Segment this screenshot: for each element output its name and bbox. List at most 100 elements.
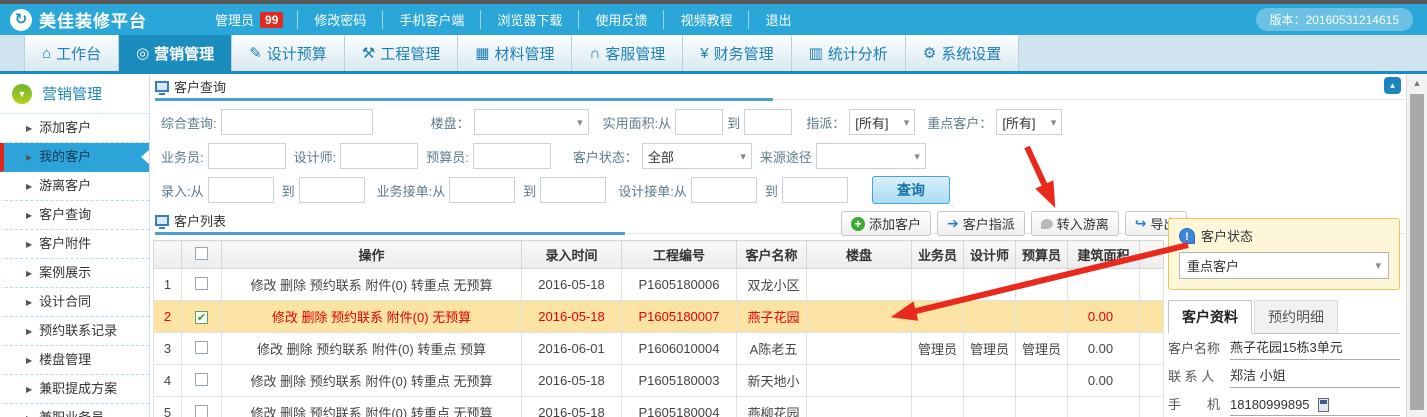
salesman-input[interactable] [208, 143, 286, 169]
arrow-right-icon: ➔ [947, 215, 959, 232]
sidebar-item-my-customers[interactable]: 我的客户 [0, 143, 149, 172]
assign-select[interactable]: [所有] [849, 109, 915, 135]
cell-customer-name: 燕柳花园 [737, 397, 807, 417]
tab-marketing[interactable]: ◎营销管理 [119, 35, 232, 71]
sidebar-item-drift-customers[interactable]: 游离客户 [0, 172, 149, 201]
change-password-link[interactable]: 修改密码 [297, 10, 382, 29]
row-actions[interactable]: 修改 删除 预约联系 附件(0) 转重点 无预算 [251, 406, 493, 417]
sales-order-from-input[interactable] [449, 177, 515, 203]
row-actions[interactable]: 修改 删除 预约联系 附件(0) 转重点 无预算 [251, 374, 493, 389]
main-nav: ⌂工作台 ◎营销管理 ✎设计预算 ⚒工程管理 ▦材料管理 ∩客服管理 ¥财务管理… [0, 35, 1427, 74]
tab-statistics[interactable]: ▥统计分析 [792, 35, 906, 71]
header-designer: 设计师 [964, 241, 1016, 269]
collapse-panel-button[interactable]: ▴ [1384, 77, 1401, 94]
row-number: 5 [154, 397, 182, 417]
tab-materials[interactable]: ▦材料管理 [458, 35, 572, 71]
combined-query-input[interactable] [221, 109, 373, 135]
key-customer-select[interactable]: [所有] [996, 109, 1062, 135]
search-row-3: 录入:从 到 业务接单:从 到 设计接单:从 到 查询 [157, 175, 950, 205]
scrollbar-thumb[interactable] [1410, 94, 1424, 410]
query-button[interactable]: 查询 [872, 176, 950, 204]
cell-building-area: 0.00 [1068, 301, 1140, 333]
usable-area-from-input[interactable] [675, 109, 723, 135]
row-checkbox[interactable] [195, 373, 208, 386]
collapse-circle-icon[interactable]: ▼ [12, 84, 32, 104]
cell-customer-name: A陈老五 [737, 333, 807, 365]
row-actions[interactable]: 修改 删除 预约联系 附件(0) 转重点 无预算 [251, 278, 493, 293]
sidebar-item-add-customer[interactable]: 添加客户 [0, 114, 149, 143]
customer-status-select[interactable]: 重点客户 [1179, 252, 1389, 279]
usable-area-to-input[interactable] [744, 109, 792, 135]
field-contact-person: 联 系 人 郑洁 小姐 [1168, 360, 1400, 388]
key-customer-label: 重点客户： [927, 113, 992, 132]
tab-workbench[interactable]: ⌂工作台 [24, 35, 119, 71]
source-channel-label: 来源途径 [760, 147, 812, 166]
estimator-label: 预算员: [426, 147, 469, 166]
sidebar-item-customer-attachments[interactable]: 客户附件 [0, 230, 149, 259]
source-channel-select[interactable] [816, 143, 926, 169]
sidebar-header[interactable]: ▼ 营销管理 [0, 74, 149, 114]
sales-order-to-input[interactable] [540, 177, 606, 203]
assign-customer-button[interactable]: ➔客户指派 [937, 211, 1025, 236]
design-order-to-input[interactable] [782, 177, 848, 203]
cell-project-code: P1605180004 [622, 397, 737, 417]
usable-area-to-label: 到 [727, 113, 740, 132]
design-order-from-input[interactable] [691, 177, 757, 203]
sidebar-item-estate-management[interactable]: 楼盘管理 [0, 346, 149, 375]
row-number: 3 [154, 333, 182, 365]
cell-customer-name: 燕子花园 [737, 301, 807, 333]
user-name[interactable]: 管理员 [215, 10, 254, 29]
version-badge: 版本：20160531214615 [1256, 8, 1413, 31]
row-checkbox-checked[interactable]: ✔ [195, 311, 208, 324]
move-to-drift-button[interactable]: 转入游离 [1031, 211, 1119, 236]
row-actions[interactable]: 修改 删除 预约联系 附件(0) 转重点 预算 [257, 342, 486, 357]
header-building-area: 建筑面积 [1068, 241, 1140, 269]
mobile-client-link[interactable]: 手机客户端 [382, 10, 480, 29]
cell-entry-date: 2016-05-18 [522, 301, 622, 333]
design-order-to-label: 到 [765, 181, 778, 200]
tab-appointment-detail[interactable]: 预约明细 [1254, 300, 1338, 333]
tab-customer-info[interactable]: 客户资料 [1168, 300, 1252, 334]
browser-download-link[interactable]: 浏览器下载 [480, 10, 578, 29]
vertical-scrollbar[interactable]: ▲ [1406, 74, 1427, 417]
customer-detail-fields: 客户名称 燕子花园15栋3单元 联 系 人 郑洁 小姐 手 机 18180999… [1168, 332, 1400, 416]
marketing-icon: ◎ [136, 44, 149, 62]
sidebar-item-customer-query[interactable]: 客户查询 [0, 201, 149, 230]
tab-finance[interactable]: ¥财务管理 [683, 35, 791, 71]
phone-icon[interactable] [1318, 398, 1329, 412]
entry-from-input[interactable] [208, 177, 274, 203]
entry-to-input[interactable] [299, 177, 365, 203]
tab-design-budget[interactable]: ✎设计预算 [232, 35, 345, 71]
estate-select[interactable] [474, 109, 589, 135]
select-all-checkbox[interactable] [195, 247, 208, 260]
feedback-link[interactable]: 使用反馈 [578, 10, 663, 29]
row-checkbox[interactable] [195, 405, 208, 417]
row-actions[interactable]: 修改 删除 预约联系 附件(0) 无预算 [272, 310, 471, 325]
logout-link[interactable]: 退出 [748, 10, 807, 29]
design-order-from-label: 设计接单:从 [618, 181, 687, 200]
table-row: 5 修改 删除 预约联系 附件(0) 转重点 无预算 2016-05-18 P1… [154, 397, 1164, 417]
sidebar: ▼ 营销管理 添加客户 我的客户 游离客户 客户查询 客户附件 案例展示 设计合… [0, 74, 150, 417]
add-customer-button[interactable]: +添加客户 [841, 211, 931, 236]
sidebar-item-parttime-sales[interactable]: 兼职业务员 [0, 404, 149, 417]
tab-engineering[interactable]: ⚒工程管理 [345, 35, 458, 71]
sidebar-item-appointment-records[interactable]: 预约联系记录 [0, 317, 149, 346]
notification-badge[interactable]: 99 [260, 12, 283, 28]
row-checkbox[interactable] [195, 277, 208, 290]
tab-system-settings[interactable]: ⚙系统设置 [906, 35, 1019, 71]
estimator-input[interactable] [473, 143, 551, 169]
tab-customer-service[interactable]: ∩客服管理 [572, 35, 683, 71]
assign-label: 指派： [806, 113, 845, 132]
row-checkbox[interactable] [195, 341, 208, 354]
designer-input[interactable] [340, 143, 418, 169]
sidebar-item-parttime-commission[interactable]: 兼职提成方案 [0, 375, 149, 404]
cell-entry-date: 2016-05-18 [522, 269, 622, 301]
sidebar-item-design-contract[interactable]: 设计合同 [0, 288, 149, 317]
scroll-up-arrow[interactable]: ▲ [1407, 74, 1427, 92]
video-tutorial-link[interactable]: 视频教程 [663, 10, 748, 29]
row-number: 2 [154, 301, 182, 333]
customer-status-select[interactable]: 全部 [642, 143, 752, 169]
sidebar-item-case-showcase[interactable]: 案例展示 [0, 259, 149, 288]
table-row: 3 修改 删除 预约联系 附件(0) 转重点 预算 2016-06-01 P16… [154, 333, 1164, 365]
export-arrow-icon: ↪ [1135, 215, 1147, 232]
